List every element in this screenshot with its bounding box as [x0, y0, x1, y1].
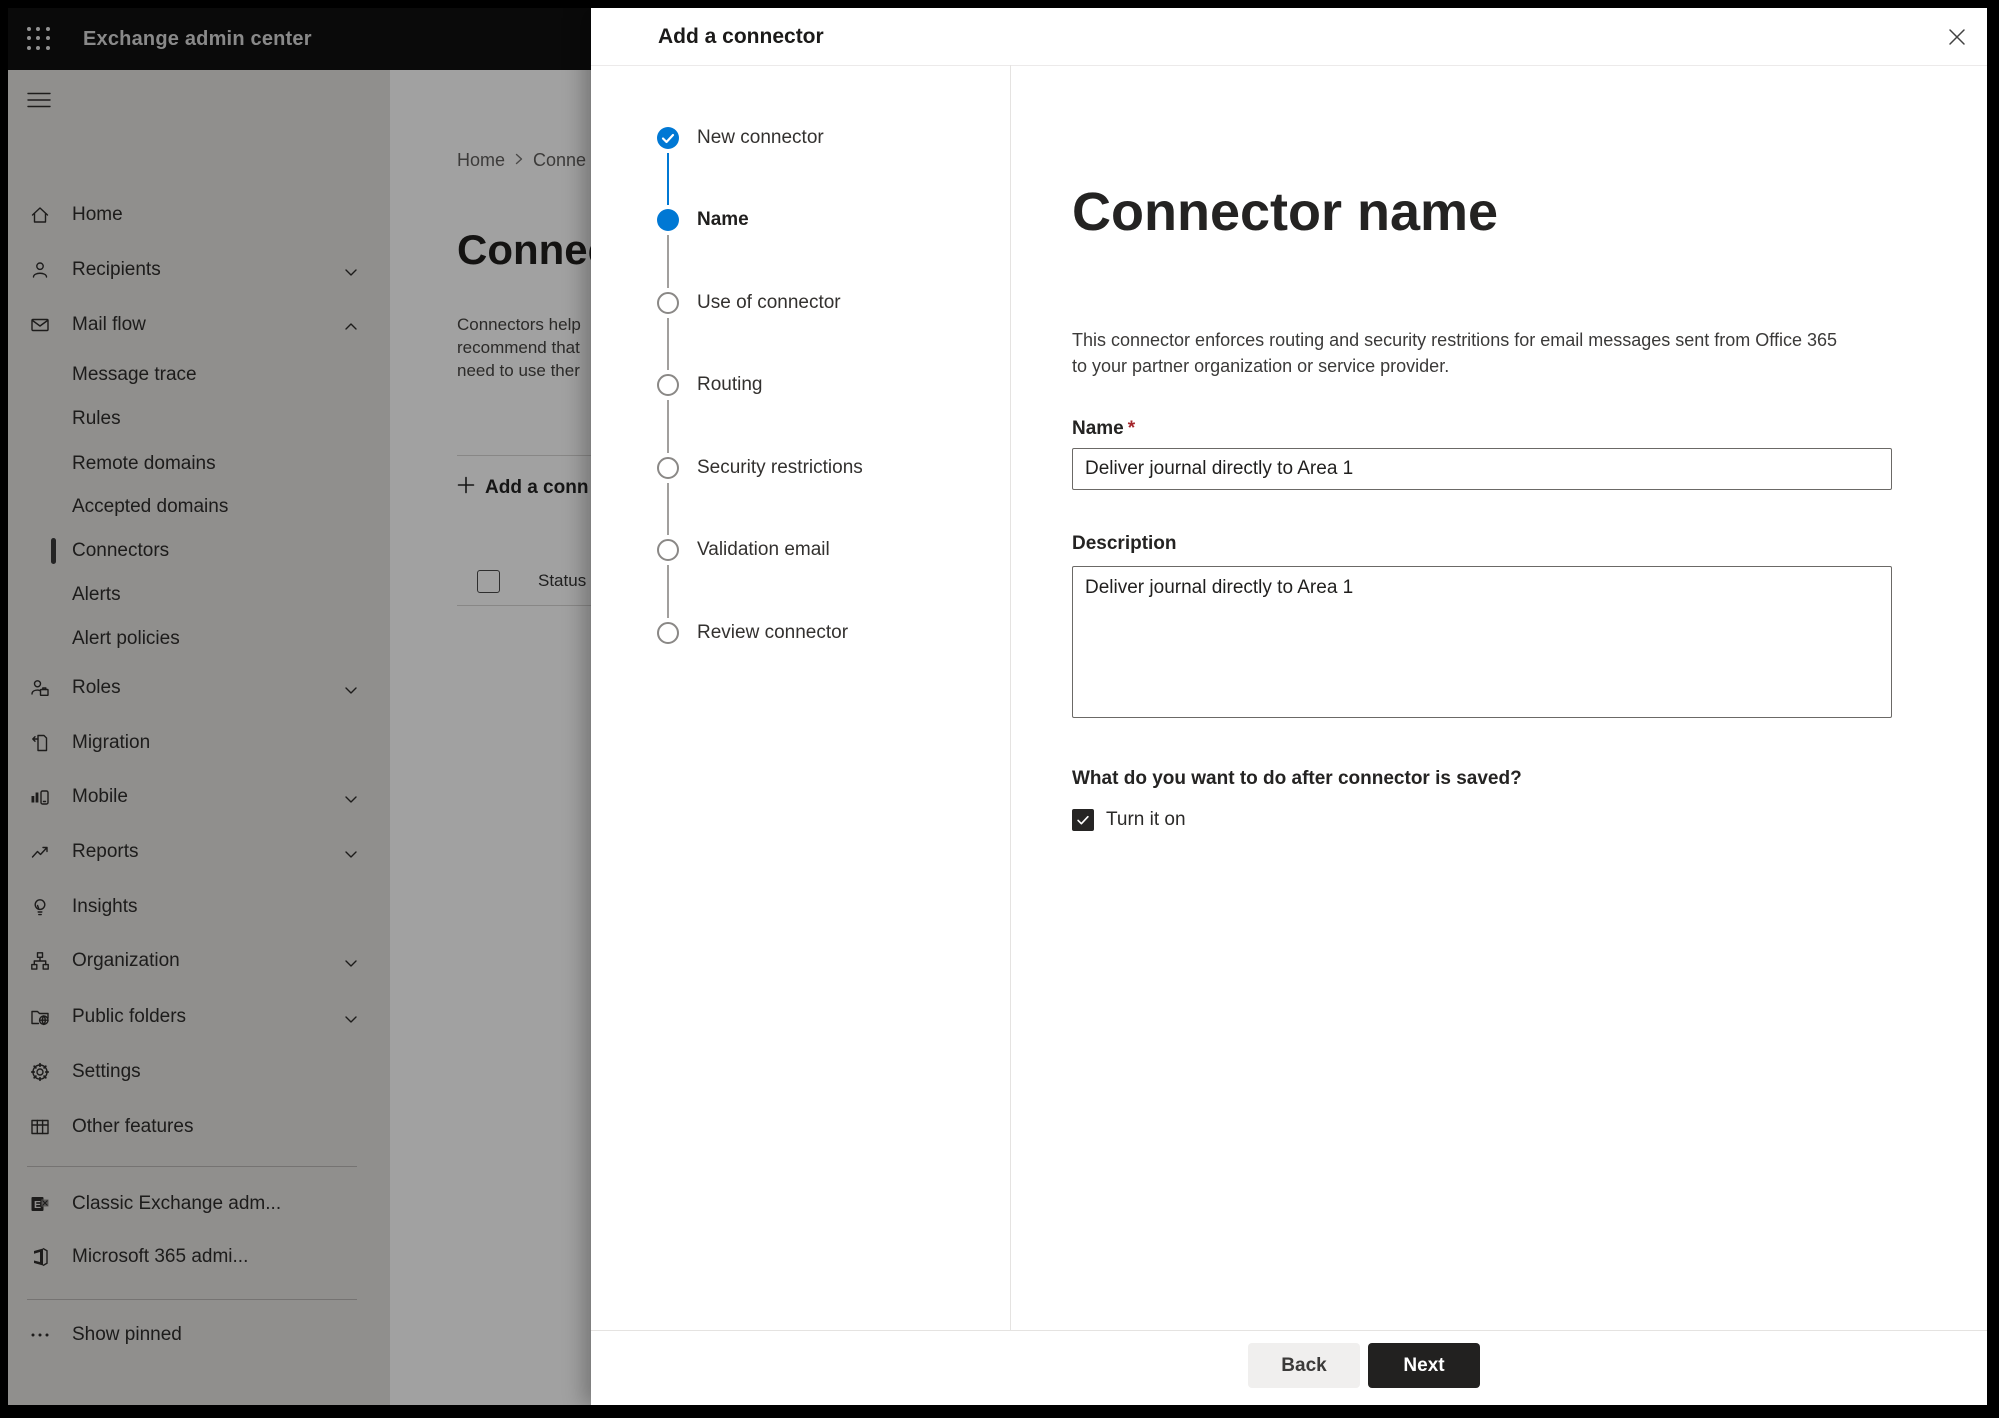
screen: Exchange admin center Home Recipients Ma…: [8, 8, 1987, 1405]
step-connector-line: [667, 235, 669, 288]
turn-it-on-checkbox-row[interactable]: Turn it on: [1072, 808, 1186, 832]
pane-divider: [1010, 65, 1011, 1330]
description-field-label: Description: [1072, 533, 1177, 554]
step-connector-line: [667, 565, 669, 618]
step-connector-line: [667, 318, 669, 370]
required-asterisk: *: [1127, 418, 1136, 439]
step-circle-name[interactable]: [657, 209, 679, 231]
checkmark-icon: [661, 133, 675, 144]
step-new-connector[interactable]: New connector: [697, 118, 824, 158]
checkbox-checked-icon: [1072, 809, 1094, 831]
after-save-question: What do you want to do after connector i…: [1072, 768, 1522, 789]
step-circle-security-restrictions[interactable]: [657, 457, 679, 479]
step-validation-email[interactable]: Validation email: [697, 530, 830, 570]
step-connector-line: [667, 153, 669, 205]
name-input[interactable]: [1072, 448, 1892, 490]
dialog-header: Add a connector: [591, 8, 1987, 66]
footer-divider: [591, 1330, 1987, 1331]
step-circle-review-connector[interactable]: [657, 622, 679, 644]
description-textarea[interactable]: Deliver journal directly to Area 1: [1072, 566, 1892, 718]
step-use-of-connector[interactable]: Use of connector: [697, 283, 841, 323]
name-field-label: Name *: [1072, 418, 1136, 439]
step-name[interactable]: Name: [697, 200, 749, 240]
step-circle-new-connector[interactable]: [657, 127, 679, 149]
connector-description-text: This connector enforces routing and secu…: [1072, 330, 1838, 376]
dialog-title: Add a connector: [658, 25, 824, 48]
step-circle-use-of-connector[interactable]: [657, 292, 679, 314]
step-circle-routing[interactable]: [657, 374, 679, 396]
step-connector-line: [667, 400, 669, 453]
close-icon[interactable]: [1947, 27, 1967, 47]
step-security-restrictions[interactable]: Security restrictions: [697, 448, 863, 488]
next-button[interactable]: Next: [1368, 1343, 1480, 1388]
connector-name-heading: Connector name: [1072, 182, 1499, 242]
turn-it-on-label: Turn it on: [1106, 809, 1186, 830]
step-connector-line: [667, 483, 669, 535]
add-connector-dialog: Add a connector New connector Name Use o…: [591, 8, 1987, 1405]
step-routing[interactable]: Routing: [697, 365, 763, 405]
step-review-connector[interactable]: Review connector: [697, 613, 848, 653]
step-circle-validation-email[interactable]: [657, 539, 679, 561]
back-button[interactable]: Back: [1248, 1343, 1360, 1388]
